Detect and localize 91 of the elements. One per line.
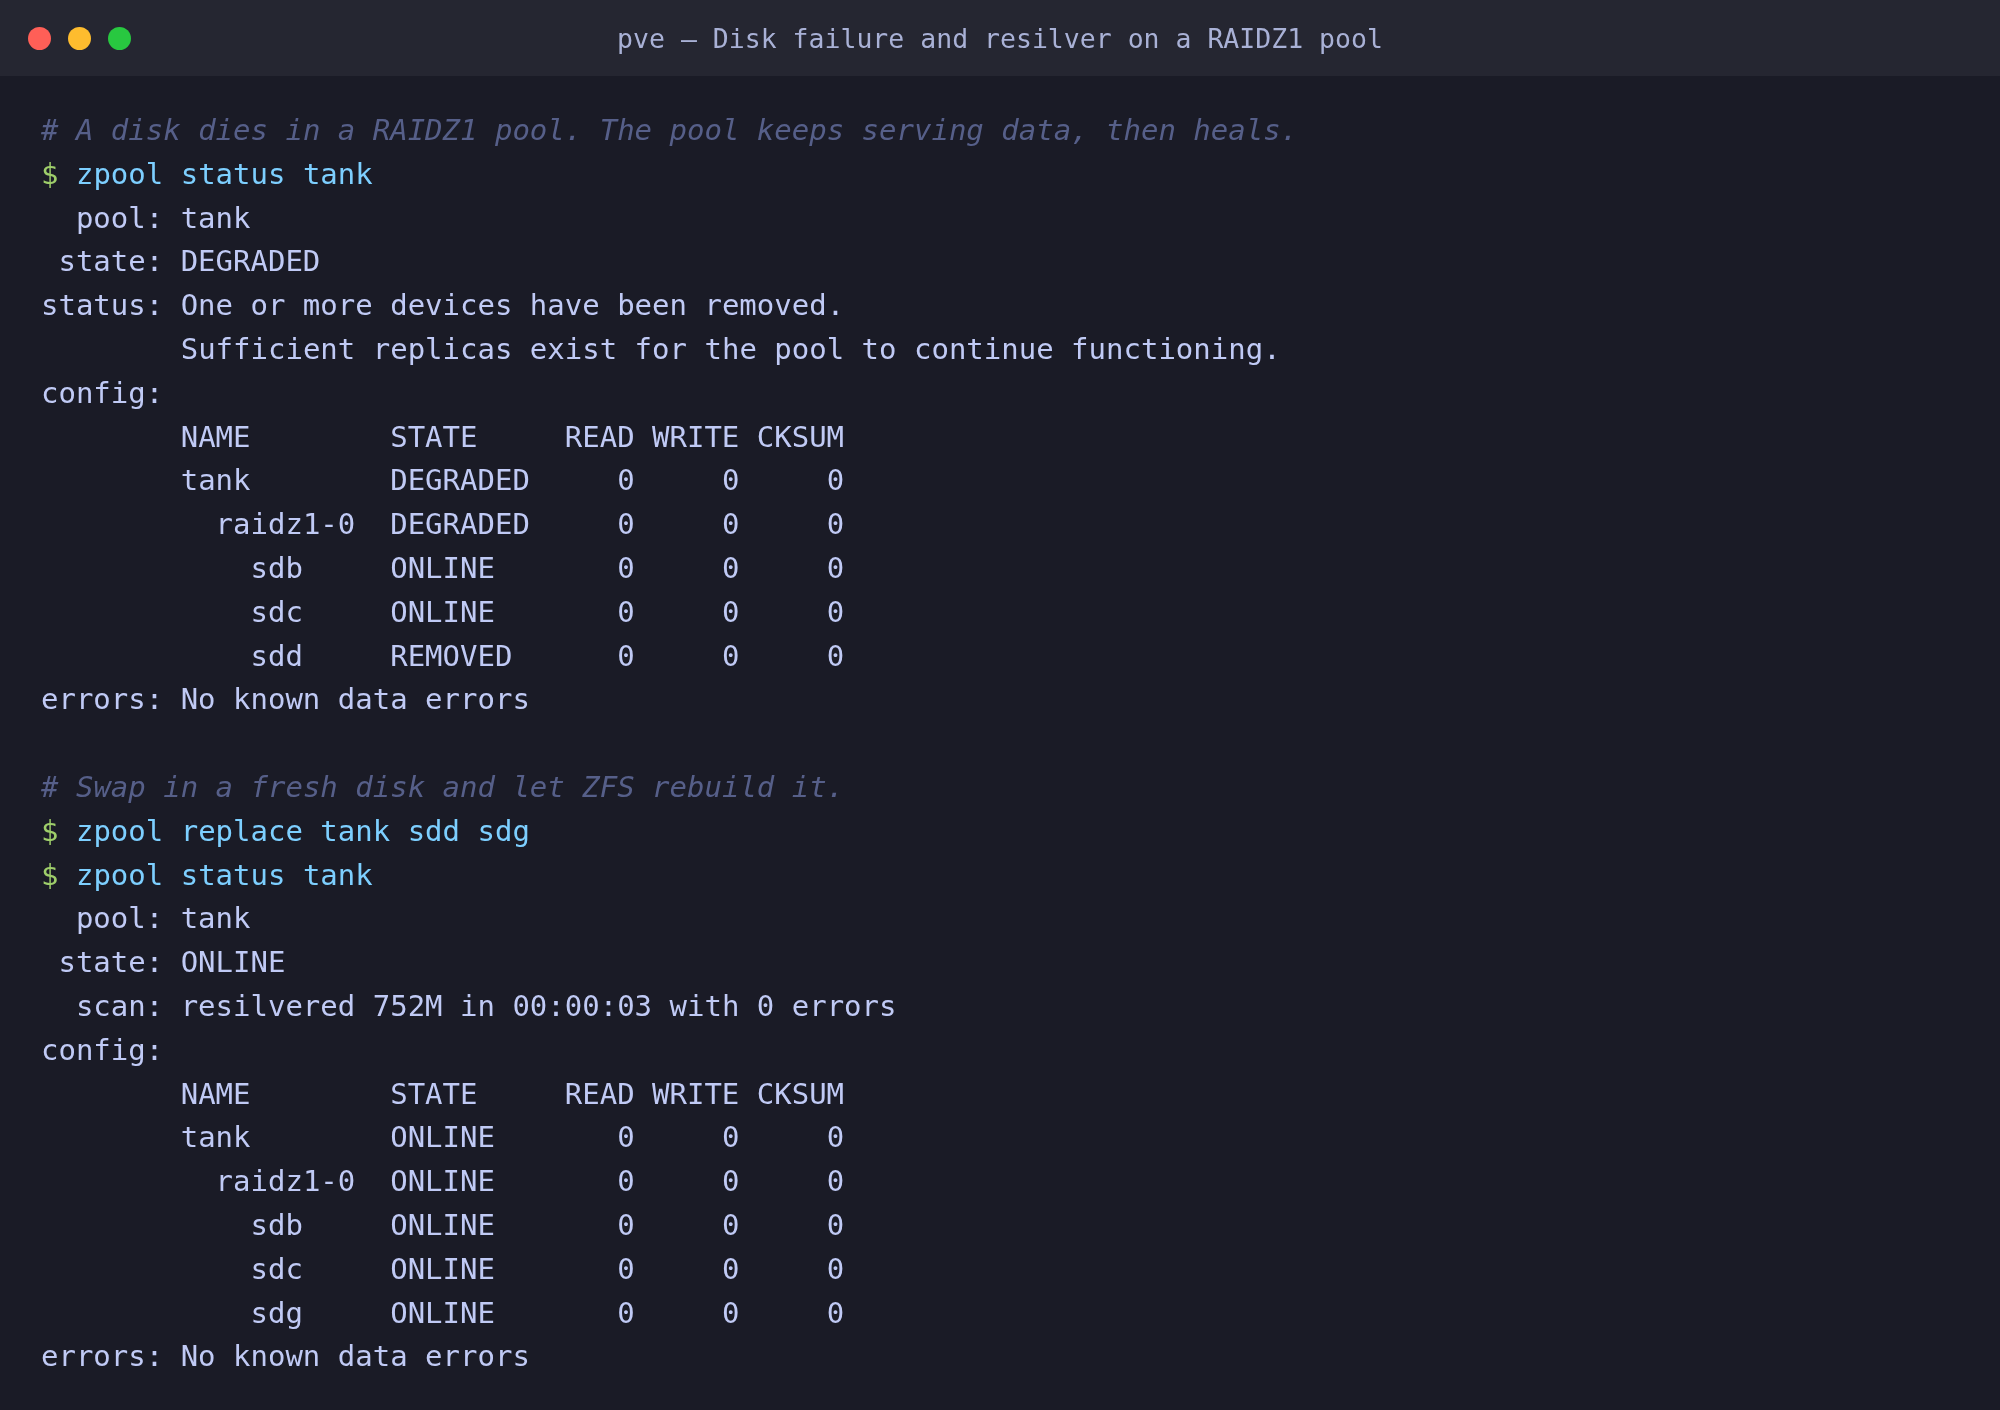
- column-header: WRITE: [652, 1075, 740, 1113]
- table-cell-text: 0: [617, 506, 635, 544]
- table-cell-text: 0: [617, 593, 635, 631]
- table-cell-text: 0: [721, 637, 740, 675]
- table-cell-text: sdc: [250, 593, 303, 631]
- field-label: config:: [41, 1031, 164, 1069]
- table-cell-text: ONLINE: [390, 1250, 495, 1288]
- table-cell-text: 0: [617, 1206, 635, 1244]
- comment-text: # Swap in a fresh disk and let ZFS rebuild it.: [41, 768, 845, 806]
- window-title: pve — Disk failure and resilver on a RAIDZ1 pool: [617, 22, 1383, 54]
- column-header: CKSUM: [756, 1075, 845, 1113]
- field-value: resilvered 752M in 00:00:03 with 0 errors: [180, 987, 897, 1025]
- table-cell-text: 0: [617, 637, 635, 675]
- prompt-symbol: $: [41, 155, 59, 193]
- table-cell-text: REMOVED: [390, 637, 513, 675]
- table-cell-text: ONLINE: [390, 549, 495, 587]
- field-value: No known data errors: [180, 681, 530, 719]
- table-cell-text: 0: [826, 462, 845, 500]
- table-cell-text: raidz1-0: [215, 1163, 356, 1201]
- table-cell-text: 0: [721, 1250, 740, 1288]
- prompt-symbol: $: [41, 812, 59, 850]
- table-cell-text: 0: [826, 1294, 845, 1332]
- command-text: zpool status tank: [75, 856, 373, 894]
- table-cell-text: 0: [721, 462, 740, 500]
- table-cell-text: ONLINE: [390, 1294, 495, 1332]
- table-cell-text: 0: [826, 1250, 845, 1288]
- field-label: config:: [41, 374, 164, 412]
- command-text: zpool status tank: [75, 155, 373, 193]
- table-cell-text: tank: [180, 462, 251, 500]
- table-cell-text: 0: [721, 1119, 740, 1157]
- table-cell-text: 0: [617, 462, 635, 500]
- table-cell-text: 0: [826, 1206, 845, 1244]
- table-cell-text: ONLINE: [390, 1163, 495, 1201]
- table-cell-text: sdc: [250, 1250, 303, 1288]
- zoom-button[interactable]: [108, 26, 131, 50]
- field-label: errors:: [41, 1338, 164, 1376]
- table-cell-text: 0: [617, 549, 635, 587]
- column-header: STATE: [390, 418, 478, 456]
- field-label: errors:: [41, 681, 164, 719]
- minimize-button[interactable]: [68, 26, 91, 50]
- table-cell-text: 0: [826, 506, 845, 544]
- prompt-symbol: $: [41, 856, 59, 894]
- field-value: One or more devices have been removed.: [180, 287, 845, 325]
- column-header: NAME: [180, 1075, 251, 1113]
- field-value: Sufficient replicas exist for the pool to continue functioning.: [180, 331, 1281, 368]
- table-cell-text: 0: [721, 1163, 740, 1201]
- table-cell-text: 0: [826, 637, 845, 675]
- table-cell-text: 0: [826, 593, 845, 631]
- table-cell-text: sdg: [250, 1294, 303, 1332]
- column-header: WRITE: [652, 418, 740, 456]
- column-header: NAME: [180, 418, 251, 456]
- field-label: scan:: [75, 987, 164, 1025]
- comment-text: # A disk dies in a RAIDZ1 pool. The pool keeps serving data, then heals.: [41, 112, 1299, 149]
- table-cell-text: 0: [721, 1294, 740, 1332]
- field-label: pool:: [75, 900, 164, 938]
- column-header: STATE: [390, 1075, 478, 1113]
- table-cell-text: ONLINE: [390, 1119, 495, 1157]
- command-text: zpool replace tank sdd sdg: [75, 812, 530, 850]
- field-value: No known data errors: [180, 1338, 530, 1376]
- table-cell-text: sdb: [250, 1206, 303, 1244]
- column-header: READ: [564, 418, 635, 456]
- table-cell-text: 0: [617, 1119, 635, 1157]
- table-cell-text: sdd: [250, 637, 303, 675]
- table-cell-text: sdb: [250, 549, 303, 587]
- table-cell-text: tank: [180, 1119, 251, 1157]
- field-label: pool:: [75, 199, 164, 237]
- field-label: status:: [41, 287, 164, 325]
- table-cell-text: 0: [617, 1163, 635, 1201]
- column-header: CKSUM: [756, 418, 845, 456]
- table-cell-text: 0: [617, 1250, 635, 1288]
- table-cell-text: ONLINE: [390, 593, 495, 631]
- table-cell-text: raidz1-0: [215, 506, 356, 544]
- field-label: state:: [58, 944, 164, 982]
- field-value: DEGRADED: [180, 243, 321, 281]
- field-value: tank: [180, 900, 251, 938]
- field-value: tank: [180, 199, 251, 237]
- table-cell-text: 0: [721, 593, 740, 631]
- close-button[interactable]: [28, 26, 51, 50]
- table-cell-text: DEGRADED: [390, 506, 530, 544]
- table-cell-text: ONLINE: [390, 1206, 495, 1244]
- field-value: ONLINE: [180, 944, 286, 982]
- table-cell-text: 0: [826, 1119, 845, 1157]
- table-cell-text: 0: [721, 506, 740, 544]
- table-cell-text: 0: [617, 1294, 635, 1332]
- column-header: READ: [564, 1075, 635, 1113]
- table-cell-text: 0: [721, 1206, 740, 1244]
- field-label: state:: [58, 243, 164, 281]
- table-cell-text: 0: [721, 549, 740, 587]
- table-cell-text: 0: [826, 1163, 845, 1201]
- table-cell-text: 0: [826, 549, 845, 587]
- table-cell-text: DEGRADED: [390, 462, 530, 500]
